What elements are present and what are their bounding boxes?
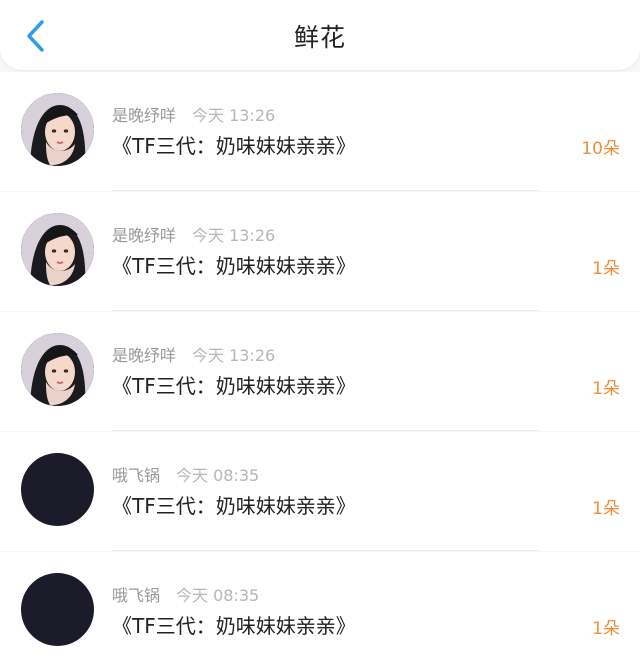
flower-count: 10朵 [581, 139, 620, 159]
flower-count: 1朵 [592, 499, 620, 519]
sender-line: 是晚纾咩 今天 13:26 [112, 342, 275, 366]
sender-line: 哦飞锅 今天 08:35 [112, 582, 259, 606]
timestamp: 今天 08:35 [176, 466, 260, 485]
work-title[interactable]: 《TF三代：奶味妹妹亲亲》 [112, 130, 356, 159]
avatar[interactable] [21, 213, 94, 286]
sender-name[interactable]: 哦飞锅 [112, 586, 160, 605]
sender-line: 哦飞锅 今天 08:35 [112, 462, 259, 486]
work-title[interactable]: 《TF三代：奶味妹妹亲亲》 [112, 490, 356, 519]
timestamp: 今天 08:35 [176, 586, 260, 605]
timestamp: 今天 13:26 [192, 226, 276, 245]
timestamp: 今天 13:26 [192, 106, 276, 125]
top-nav-bar: 鲜花 [0, 0, 640, 70]
avatar[interactable] [21, 333, 94, 406]
sender-name[interactable]: 是晚纾咩 [112, 106, 176, 125]
avatar[interactable] [21, 453, 94, 526]
flower-count: 1朵 [592, 379, 620, 399]
list-item[interactable]: 哦飞锅 今天 08:35 《TF三代：奶味妹妹亲亲》 1朵 [0, 552, 640, 661]
list-item[interactable]: 是晚纾咩 今天 13:26 《TF三代：奶味妹妹亲亲》 1朵 [0, 312, 640, 431]
sender-line: 是晚纾咩 今天 13:26 [112, 102, 275, 126]
avatar[interactable] [21, 93, 94, 166]
work-title[interactable]: 《TF三代：奶味妹妹亲亲》 [112, 250, 356, 279]
sender-line: 是晚纾咩 今天 13:26 [112, 222, 275, 246]
sender-name[interactable]: 哦飞锅 [112, 466, 160, 485]
list-item[interactable]: 是晚纾咩 今天 13:26 《TF三代：奶味妹妹亲亲》 10朵 [0, 72, 640, 191]
flower-list: 是晚纾咩 今天 13:26 《TF三代：奶味妹妹亲亲》 10朵 是晚纾咩 今天 … [0, 72, 640, 661]
work-title[interactable]: 《TF三代：奶味妹妹亲亲》 [112, 370, 356, 399]
row-divider [112, 310, 540, 311]
row-divider [112, 430, 540, 431]
timestamp: 今天 13:26 [192, 346, 276, 365]
list-item[interactable]: 哦飞锅 今天 08:35 《TF三代：奶味妹妹亲亲》 1朵 [0, 432, 640, 551]
row-divider [112, 550, 540, 551]
flower-count: 1朵 [592, 619, 620, 639]
work-title[interactable]: 《TF三代：奶味妹妹亲亲》 [112, 610, 356, 639]
avatar[interactable] [21, 573, 94, 646]
row-divider [112, 190, 540, 191]
page-title: 鲜花 [293, 23, 346, 52]
flower-count: 1朵 [592, 259, 620, 279]
list-item[interactable]: 是晚纾咩 今天 13:26 《TF三代：奶味妹妹亲亲》 1朵 [0, 192, 640, 311]
flowers-screen: 鲜花 是晚纾咩 今天 13:26 《TF三代：奶味妹妹亲亲》 10朵 是晚纾咩 … [0, 0, 640, 661]
sender-name[interactable]: 是晚纾咩 [112, 226, 176, 245]
sender-name[interactable]: 是晚纾咩 [112, 346, 176, 365]
